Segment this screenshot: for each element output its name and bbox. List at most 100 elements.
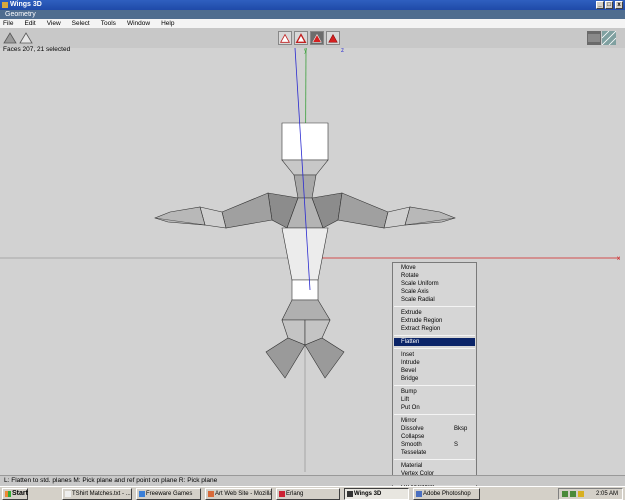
menu-window[interactable]: Window [127, 19, 150, 28]
menu-tools[interactable]: Tools [101, 19, 116, 28]
geometry-window-title: Geometry [0, 10, 625, 19]
app-icon [416, 491, 422, 497]
menu-item-inset[interactable]: Inset [394, 351, 475, 359]
network-icon[interactable] [562, 491, 568, 497]
menu-item-rotate[interactable]: Rotate [394, 272, 475, 280]
edge-mode-icon[interactable] [294, 31, 308, 45]
speaker-icon[interactable] [578, 491, 584, 497]
start-label: Start [12, 490, 28, 497]
face-mode-icon[interactable] [310, 31, 324, 45]
menu-separator [394, 459, 475, 460]
menu-item-scale-axis[interactable]: Scale Axis [394, 288, 475, 296]
body-mode-icon[interactable] [326, 31, 340, 45]
network2-icon[interactable] [570, 491, 576, 497]
menu-separator [394, 385, 475, 386]
menu-item-tesselate[interactable]: Tesselate [394, 449, 475, 457]
perspective-toggle-icon[interactable] [19, 31, 33, 45]
taskbar-button-freeware-games[interactable]: Freeware Games [136, 488, 201, 500]
menu-file[interactable]: File [3, 19, 13, 28]
menu-item-collapse[interactable]: Collapse [394, 433, 475, 441]
minimize-button[interactable]: _ [596, 1, 604, 9]
scene-canvas[interactable]: y z x [0, 48, 625, 475]
app-icon [347, 491, 353, 497]
menu-edit[interactable]: Edit [24, 19, 35, 28]
taskbar-button-art-web-site-mozilla[interactable]: Art Web Site - Mozilla [205, 488, 272, 500]
menu-item-shortcut: S [454, 442, 459, 448]
taskbar-button-label: Erlang [286, 491, 304, 497]
menu-item-bridge[interactable]: Bridge [394, 375, 475, 383]
pelvis [281, 299, 331, 321]
left-leg [265, 337, 306, 379]
taskbar-button-tshirt-matches-txt[interactable]: TShirt Matches.txt - ... [62, 488, 132, 500]
neck [293, 174, 317, 199]
face-context-menu: Move Rotate Scale Uniform Scale Axis Scale R… [392, 262, 477, 490]
menu-separator [394, 348, 475, 349]
menu-item-label: Collapse [401, 434, 425, 440]
menu-item-extract-region[interactable]: Extract Region [394, 325, 475, 333]
menu-item-bevel[interactable]: Bevel [394, 367, 475, 375]
app-icon [279, 491, 285, 497]
menu-item-lift[interactable]: Lift [394, 396, 475, 404]
menu-item-label: Bump [401, 389, 417, 395]
taskbar-button-adobe-photoshop[interactable]: Adobe Photoshop [413, 488, 480, 500]
menu-item-label: Put On [401, 405, 420, 411]
x-axis-label: x [617, 256, 620, 262]
menu-item-put-on[interactable]: Put On [394, 404, 475, 412]
menu-item-label: Extrude [401, 310, 422, 316]
right-hand [404, 206, 456, 226]
menu-select[interactable]: Select [72, 19, 90, 28]
menu-item-label: Flatten [401, 339, 420, 345]
menu-item-label: Material [401, 463, 423, 469]
menu-item-label: Rotate [401, 273, 419, 279]
smooth-preview-icon[interactable] [3, 31, 17, 45]
menu-item-label: Tesselate [401, 450, 427, 456]
maximize-button[interactable]: □ [605, 1, 613, 9]
system-tray: 2:05 AM [558, 488, 623, 500]
vertex-mode-icon[interactable] [278, 31, 292, 45]
menu-item-label: Bevel [401, 368, 417, 374]
title-bar[interactable]: Wings 3D _ □ x [0, 0, 625, 10]
menu-item-move[interactable]: Move [394, 264, 475, 272]
menu-item-label: Scale Axis [401, 289, 429, 295]
menu-item-extrude-region[interactable]: Extrude Region [394, 317, 475, 325]
taskbar-button-label: TShirt Matches.txt - ... [72, 491, 131, 497]
3d-viewport[interactable]: y z x [0, 48, 625, 475]
menu-item-scale-radial[interactable]: Scale Radial [394, 296, 475, 304]
menu-item-label: Lift [401, 397, 410, 403]
taskbar-button-wings-3d[interactable]: Wings 3D [344, 488, 409, 500]
menu-item-smooth[interactable]: Smooth S [394, 441, 475, 449]
menu-separator [394, 335, 475, 336]
menu-item-dissolve[interactable]: Dissolve Bksp [394, 425, 475, 433]
menu-item-label: Scale Radial [401, 297, 435, 303]
hip [291, 279, 319, 301]
menu-item-material[interactable]: Material [394, 462, 475, 470]
menu-view[interactable]: View [47, 19, 61, 28]
menu-item-label: Extract Region [401, 326, 441, 332]
start-button[interactable]: Start [2, 488, 28, 500]
taskbar-button-label: Adobe Photoshop [423, 491, 471, 497]
taskbar-button-label: Art Web Site - Mozilla [215, 491, 272, 497]
close-button[interactable]: x [615, 1, 623, 9]
app-icon [2, 2, 8, 8]
menu-item-extrude[interactable]: Extrude [394, 309, 475, 317]
menu-item-label: Intrude [401, 360, 420, 366]
shaded-view-icon[interactable] [587, 31, 601, 45]
torso [281, 227, 329, 281]
windows-taskbar: Start TShirt Matches.txt - ... Freeware G… [0, 486, 625, 500]
menu-item-scale-uniform[interactable]: Scale Uniform [394, 280, 475, 288]
wireframe-view-icon[interactable] [602, 31, 616, 45]
menu-item-label: Inset [401, 352, 415, 358]
menu-bar: File Edit View Select Tools Window Help [0, 19, 625, 28]
taskbar-button-erlang[interactable]: Erlang [276, 488, 340, 500]
menu-item-label: Extrude Region [401, 318, 443, 324]
menu-item-mirror[interactable]: Mirror [394, 417, 475, 425]
menu-item-intrude[interactable]: Intrude [394, 359, 475, 367]
taskbar-button-label: Freeware Games [146, 491, 193, 497]
menu-separator [394, 306, 475, 307]
menu-item-bump[interactable]: Bump [394, 388, 475, 396]
menu-help[interactable]: Help [161, 19, 174, 28]
right-upper-arm [337, 192, 389, 229]
hint-bar: L: Flatten to std. planes M: Pick plane … [0, 475, 625, 485]
app-icon [65, 491, 71, 497]
menu-item-flatten[interactable]: Flatten [394, 338, 475, 346]
